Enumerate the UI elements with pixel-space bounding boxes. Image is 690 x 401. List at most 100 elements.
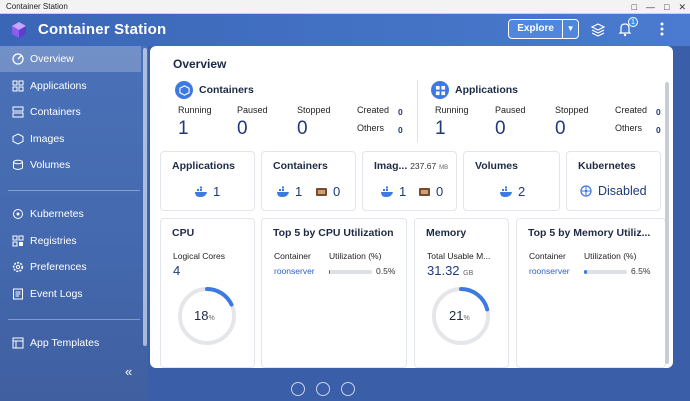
os-window-controls: □ — □ ✕ [632, 0, 686, 14]
chevron-down-icon[interactable]: ▼ [562, 20, 578, 38]
volumes-card-value: 2 [518, 184, 526, 199]
kubernetes-card[interactable]: Kubernetes Disabled [566, 151, 661, 211]
os-window-title: Container Station [6, 2, 68, 11]
applications-running-label: Running [435, 105, 469, 115]
os-minimize-button[interactable]: — [646, 0, 655, 14]
images-card[interactable]: Imag... 237.67 MB 1 0 [362, 151, 457, 211]
images-card-title: Imag... [374, 160, 408, 172]
images-count-docker: 1 [399, 184, 407, 199]
os-maximize-button[interactable]: □ [664, 0, 669, 14]
cpu-usage-value: 18 [194, 308, 209, 323]
kubernetes-icon [13, 209, 23, 219]
explore-label[interactable]: Explore [509, 20, 563, 38]
sidebar-item-label: Registries [30, 235, 77, 247]
sidebar-item-kubernetes[interactable]: Kubernetes [0, 201, 141, 227]
taskbar-app-icon[interactable] [291, 382, 305, 396]
top-memory-row-bar-fill [584, 270, 587, 274]
applications-card-title: Applications [172, 160, 236, 172]
memory-total-unit: GB [463, 270, 474, 277]
summary-divider [417, 80, 418, 142]
sidebar: Overview Applications Containers Images … [0, 46, 148, 401]
notification-badge: 1 [628, 17, 638, 27]
sidebar-item-app-templates[interactable]: App Templates [0, 330, 141, 356]
containers-running-count: 1 [295, 184, 303, 199]
containers-others-label: Others [357, 123, 385, 133]
sidebar-item-label: Kubernetes [30, 208, 84, 220]
containers-created-value: 0 [398, 107, 403, 117]
cube-icon [175, 81, 193, 99]
cpu-card-title: CPU [172, 227, 195, 239]
sidebar-scrollbar[interactable] [143, 48, 147, 346]
overview-panel: Overview Containers Running 1 Paused 0 S… [150, 46, 673, 368]
applications-paused-label: Paused [495, 105, 526, 115]
applications-created-value: 0 [656, 107, 661, 117]
explore-button[interactable]: Explore ▼ [508, 19, 579, 39]
top-memory-col-container: Container [529, 251, 566, 261]
sidebar-item-registries[interactable]: Registries [0, 228, 141, 254]
sidebar-item-label: Preferences [30, 261, 87, 273]
top-memory-row-bar [584, 270, 627, 274]
taskbar [0, 375, 690, 401]
docker-whale-icon [500, 186, 512, 197]
top-cpu-row-bar-fill [329, 270, 330, 274]
sidebar-item-preferences[interactable]: Preferences [0, 254, 141, 280]
taskbar-settings-icon[interactable] [316, 382, 330, 396]
memory-card[interactable]: Memory Total Usable M... 31.32 GB 21% [414, 218, 509, 368]
os-close-button[interactable]: ✕ [678, 0, 686, 14]
os-restore-button[interactable]: □ [632, 0, 637, 14]
top-cpu-row-name[interactable]: roonserver [274, 266, 315, 276]
images-icon [12, 133, 24, 145]
containers-card-stopped: 0 [314, 184, 340, 199]
sidebar-item-applications[interactable]: Applications [0, 73, 141, 99]
containers-running-label: Running [178, 105, 212, 115]
sidebar-item-event-logs[interactable]: Event Logs [0, 281, 141, 307]
kubernetes-card-status: Disabled [579, 184, 647, 198]
applications-card[interactable]: Applications 1 [160, 151, 255, 211]
top-memory-row-value: 6.5% [631, 266, 651, 276]
kubernetes-status-text: Disabled [598, 184, 647, 198]
containers-card-title: Containers [273, 160, 328, 172]
images-card-title-wrap: Imag... 237.67 MB [374, 160, 448, 172]
gear-icon [12, 261, 24, 273]
applications-created-label: Created [615, 105, 648, 115]
sidebar-item-containers[interactable]: Containers [0, 99, 141, 125]
applications-icon [12, 80, 24, 92]
registries-icon [12, 235, 24, 247]
applications-others-label: Others [615, 123, 643, 133]
top-cpu-card[interactable]: Top 5 by CPU Utilization Container Utili… [261, 218, 407, 368]
top-memory-col-util: Utilization (%) [584, 251, 637, 261]
sidebar-item-volumes[interactable]: Volumes [0, 152, 141, 178]
lxd-image-icon [419, 187, 430, 196]
sidebar-divider [8, 190, 140, 191]
cpu-card[interactable]: CPU Logical Cores 4 18% [160, 218, 255, 368]
top-cpu-row-value: 0.5% [376, 266, 396, 276]
stack-icon[interactable] [590, 21, 606, 37]
panel-scrollbar[interactable] [665, 82, 669, 364]
taskbar-widget-icon[interactable] [341, 382, 355, 396]
memory-total-value: 31.32 [427, 263, 460, 278]
applications-running-value: 1 [435, 118, 446, 139]
top-memory-card[interactable]: Top 5 by Memory Utiliz... Container Util… [516, 218, 666, 368]
kubernetes-icon [580, 185, 592, 197]
containers-paused-value: 0 [237, 118, 248, 139]
cpu-cores-label: Logical Cores [173, 251, 225, 261]
memory-usage-value: 21 [449, 308, 464, 323]
images-card-unit: MB [439, 165, 449, 171]
containers-running-value: 1 [178, 118, 189, 139]
top-memory-row-name[interactable]: roonserver [529, 266, 570, 276]
more-vertical-icon[interactable] [654, 21, 670, 37]
page-title: Overview [173, 57, 227, 71]
images-card-size: 237.67 [410, 161, 437, 171]
applications-stopped-label: Stopped [555, 105, 589, 115]
volumes-card[interactable]: Volumes 2 [463, 151, 560, 211]
containers-card[interactable]: Containers 1 0 [261, 151, 356, 211]
sidebar-item-overview[interactable]: Overview [0, 46, 141, 72]
applications-icon [431, 81, 449, 99]
docker-whale-icon [277, 186, 289, 197]
applications-paused-value: 0 [495, 118, 506, 139]
images-card-count1: 1 [380, 184, 406, 199]
containers-card-running: 1 [276, 184, 302, 199]
sidebar-item-images[interactable]: Images [0, 126, 141, 152]
volumes-icon [13, 159, 23, 170]
memory-total-label: Total Usable M... [427, 251, 491, 261]
